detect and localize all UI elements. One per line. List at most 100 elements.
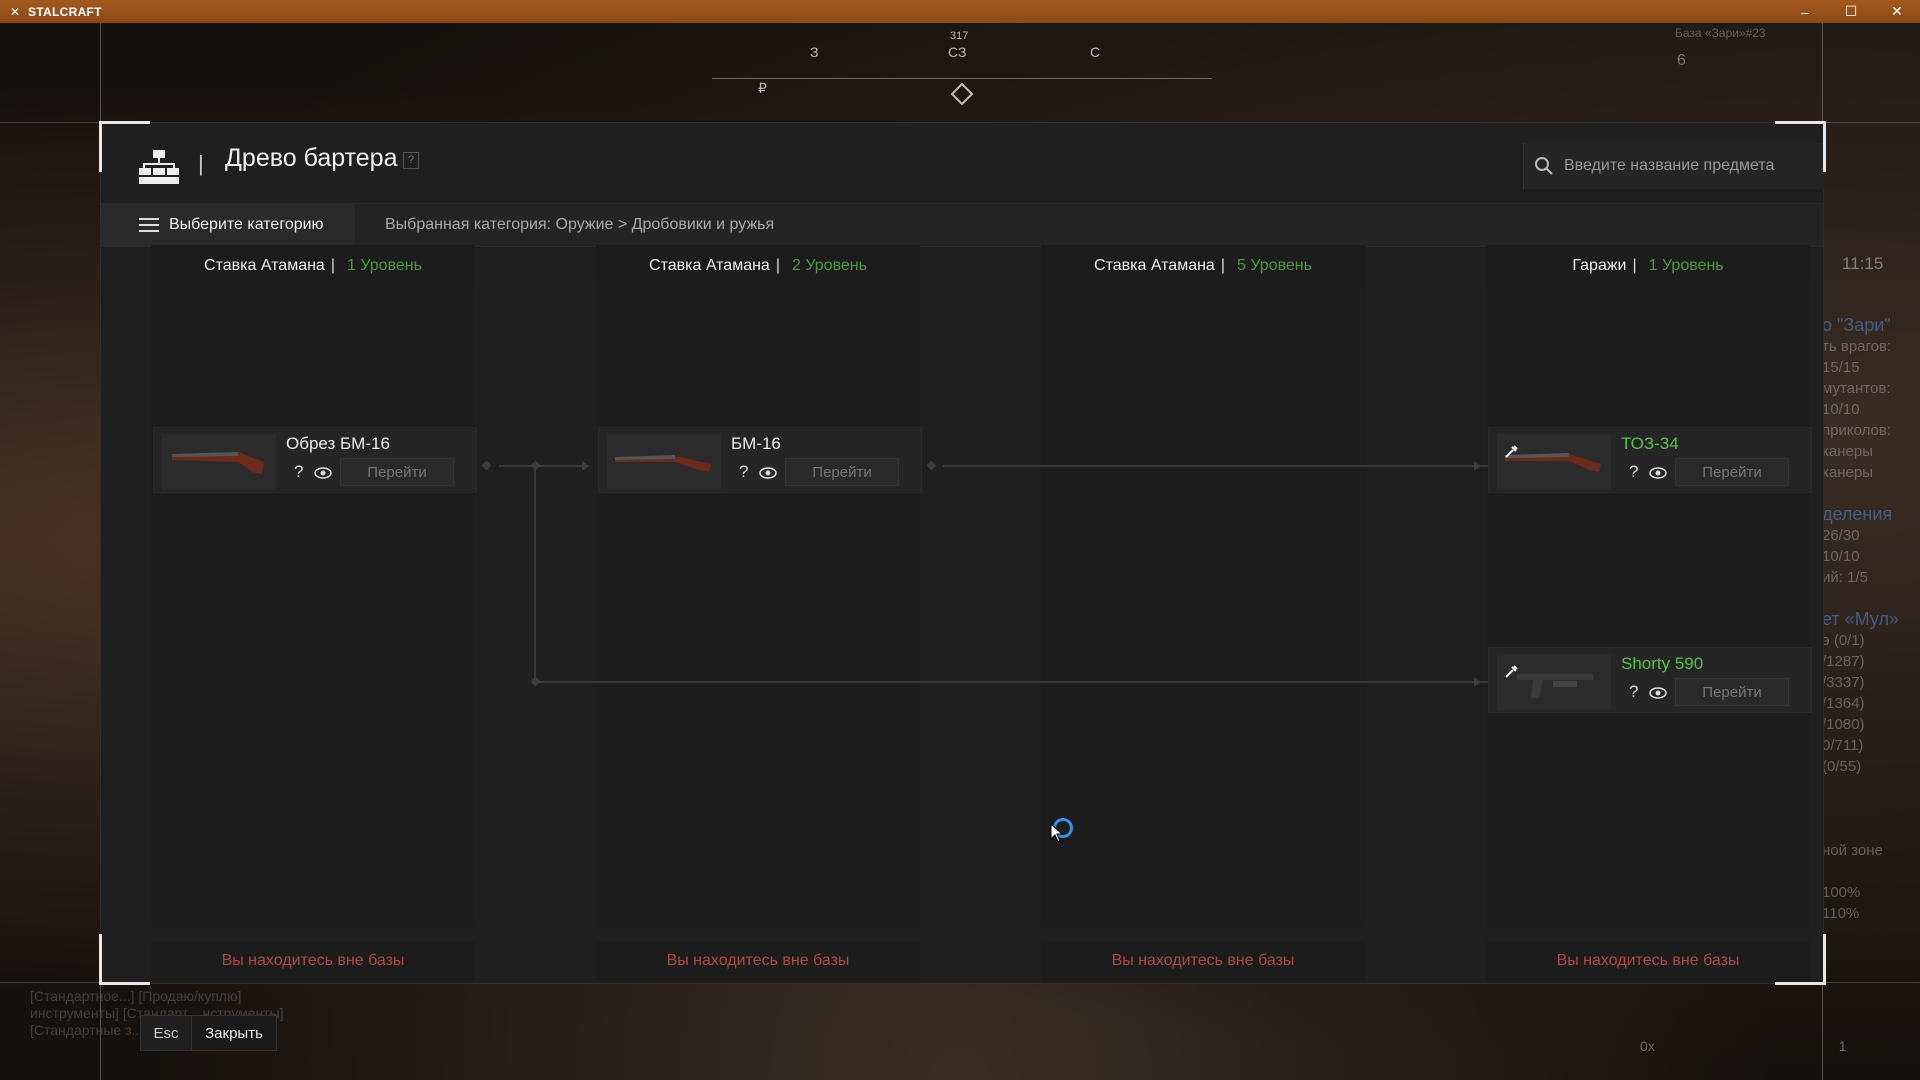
hud-quest-line: 10/10 [1822, 401, 1860, 418]
hud-quest-line [1822, 777, 1920, 798]
hud-quest-line: деления [1822, 504, 1893, 524]
hud-bottom-right: 0x 1 [1640, 1038, 1846, 1054]
column-area [151, 287, 475, 927]
eye-icon[interactable] [314, 466, 332, 480]
hud-quest-line: канеры [1822, 464, 1873, 481]
hud-quest-line: /1364) [1822, 695, 1865, 712]
tree-connector [534, 681, 1571, 683]
connector-arrow [1474, 677, 1481, 687]
hud-quest-line: ной зоне [1822, 842, 1883, 859]
barter-tree-panel: | Древо бартера ? Выберите категорию Выб… [100, 122, 1824, 984]
select-category-label: Выберите категорию [169, 216, 324, 233]
frame-corner [99, 121, 150, 172]
esc-key-hint[interactable]: Esc [140, 1015, 192, 1051]
item-help-button[interactable]: ? [739, 462, 748, 482]
frame-corner [99, 934, 150, 985]
go-to-button[interactable]: Перейти [785, 458, 899, 486]
eye-icon[interactable] [1649, 466, 1667, 480]
item-card-obrez-bm16[interactable]: Обрез БМ-16 ? Перейти [153, 427, 477, 493]
go-to-button[interactable]: Перейти [1675, 458, 1789, 486]
hud-quest-line: мутантов: [1822, 380, 1891, 397]
compass-label-west: З [810, 44, 819, 60]
panel-title: Древо бартера [225, 144, 398, 172]
hud-quest-line: о "Зари" [1822, 315, 1891, 335]
item-card-toz34[interactable]: ТОЗ-34 ? Перейти [1488, 427, 1812, 493]
item-card-bm16[interactable]: БМ-16 ? Перейти [598, 427, 922, 493]
connector-node [926, 460, 937, 471]
minimize-button[interactable]: – [1782, 0, 1828, 23]
connector-arrow [1474, 461, 1481, 471]
column-header: Ставка Атамана | 1 Уровень [151, 245, 475, 287]
column-header: Ставка Атамана | 2 Уровень [596, 245, 920, 287]
panel-header: | Древо бартера ? [101, 123, 1824, 203]
compass: 317 З СЗ С ₽ [712, 30, 1212, 110]
compass-label-north: С [1090, 44, 1101, 60]
hud-quest-line: 15/15 [1822, 359, 1860, 376]
search-icon [1535, 157, 1553, 175]
hud-quest-line: /1080) [1822, 716, 1865, 733]
compass-target-icon [950, 82, 974, 106]
close-window-button[interactable]: ✕ [1874, 0, 1920, 23]
hud-quest-line: ий: 1/5 [1822, 569, 1868, 586]
frame-corner [1775, 121, 1826, 172]
connector-node [481, 460, 492, 471]
column-footer-status: Вы находитесь вне базы [151, 941, 475, 981]
go-to-button[interactable]: Перейти [340, 458, 454, 486]
column-level: 5 Уровень [1236, 257, 1312, 274]
item-name: Обрез БМ-16 [286, 434, 390, 453]
help-button[interactable]: ? [403, 152, 419, 169]
chat-line: [Стандартное...] [Продаю/куплю] [30, 988, 242, 1004]
item-help-button[interactable]: ? [294, 462, 303, 482]
eye-icon[interactable] [1649, 686, 1667, 700]
connector-arrow [582, 461, 589, 471]
tree-connector [499, 465, 589, 467]
close-button[interactable]: Закрыть [192, 1015, 277, 1051]
column-level: 2 Уровень [791, 257, 867, 274]
frame-corner [1775, 934, 1826, 985]
item-help-button[interactable]: ? [1629, 682, 1638, 702]
connector-node [530, 460, 541, 471]
connector-node [530, 676, 541, 687]
hud-quest-line [1822, 483, 1920, 504]
mouse-cursor-icon [1050, 823, 1064, 843]
hud-quest-line: приколов: [1822, 422, 1891, 439]
window-title-bar: ✕ STALCRAFT – ☐ ✕ [0, 0, 1920, 23]
hud-quest-line: 0/711) [1822, 737, 1864, 754]
column-area [1486, 287, 1810, 927]
column-header: Ставка Атамана | 5 Уровень [1041, 245, 1365, 287]
hud-bottom-right-count: 1 [1838, 1038, 1847, 1054]
hud-quest-line: канеры [1822, 443, 1873, 460]
hud-quest-line: /1287) [1822, 653, 1865, 670]
eye-icon[interactable] [759, 466, 777, 480]
compass-heading: 317 [950, 30, 969, 42]
hud-quest-line: э (0/1) [1822, 632, 1865, 649]
column-level: 1 Уровень [346, 257, 422, 274]
hud-quest-line: 110% [1822, 905, 1860, 922]
hud-quest-line: (0/55) [1822, 758, 1862, 775]
hud-quest-line: /3337) [1822, 674, 1865, 691]
hud-quest-line [1822, 798, 1920, 819]
column-place: Ставка Атамана [204, 257, 325, 274]
item-help-button[interactable]: ? [1629, 462, 1638, 482]
item-card-shorty590[interactable]: Shorty 590 ? Перейти [1488, 647, 1812, 713]
app-icon: ✕ [9, 4, 21, 19]
item-name: ТОЗ-34 [1621, 434, 1679, 453]
column-area [596, 287, 920, 927]
maximize-button[interactable]: ☐ [1828, 0, 1874, 23]
hud-quest-line [1822, 588, 1920, 609]
category-bar: Выберите категорию Выбранная категория: … [101, 203, 1823, 247]
column-footer-status: Вы находитесь вне базы [596, 941, 920, 981]
select-category-button[interactable]: Выберите категорию [101, 204, 355, 246]
window-title: STALCRAFT [28, 4, 102, 19]
footer-actions: Esc Закрыть [140, 1015, 277, 1051]
column-area [1041, 287, 1365, 927]
tree-connector [534, 465, 536, 683]
header-separator: | [198, 151, 204, 176]
hud-base-number: 6 [1677, 52, 1686, 69]
go-to-button[interactable]: Перейти [1675, 678, 1789, 706]
hud-quest-line [1822, 819, 1920, 840]
shotgun-icon [615, 455, 711, 472]
item-thumbnail [607, 434, 721, 490]
menu-icon [139, 218, 159, 232]
column-place: Гаражи [1572, 257, 1627, 274]
